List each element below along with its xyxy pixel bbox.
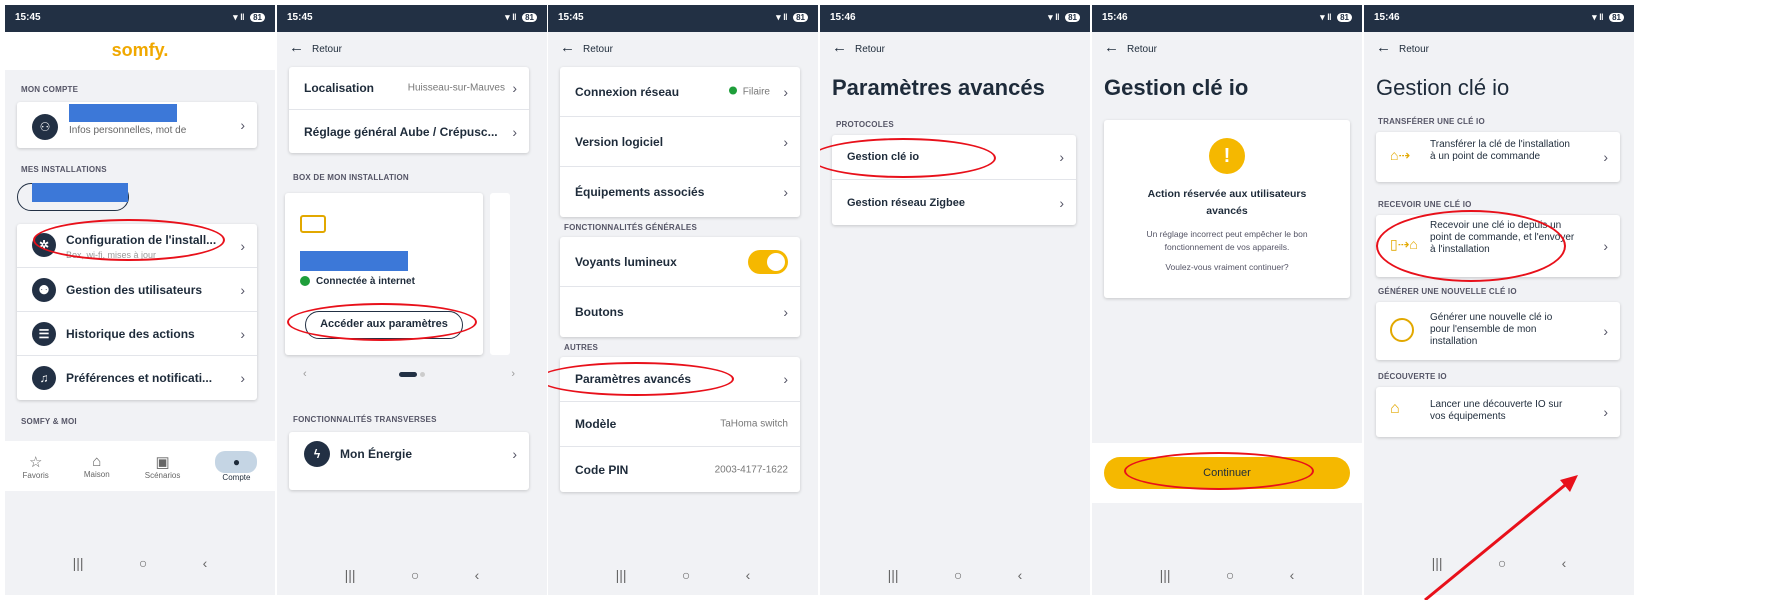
arrow-shaft [1424, 479, 1571, 600]
annotation-arrow [1424, 475, 1578, 600]
screenshot-collage: 15:45 ▾ ‖ 81 somfy. MON COMPTE ⚇ Infos pe… [0, 0, 1775, 600]
arrow-head [1560, 475, 1578, 492]
